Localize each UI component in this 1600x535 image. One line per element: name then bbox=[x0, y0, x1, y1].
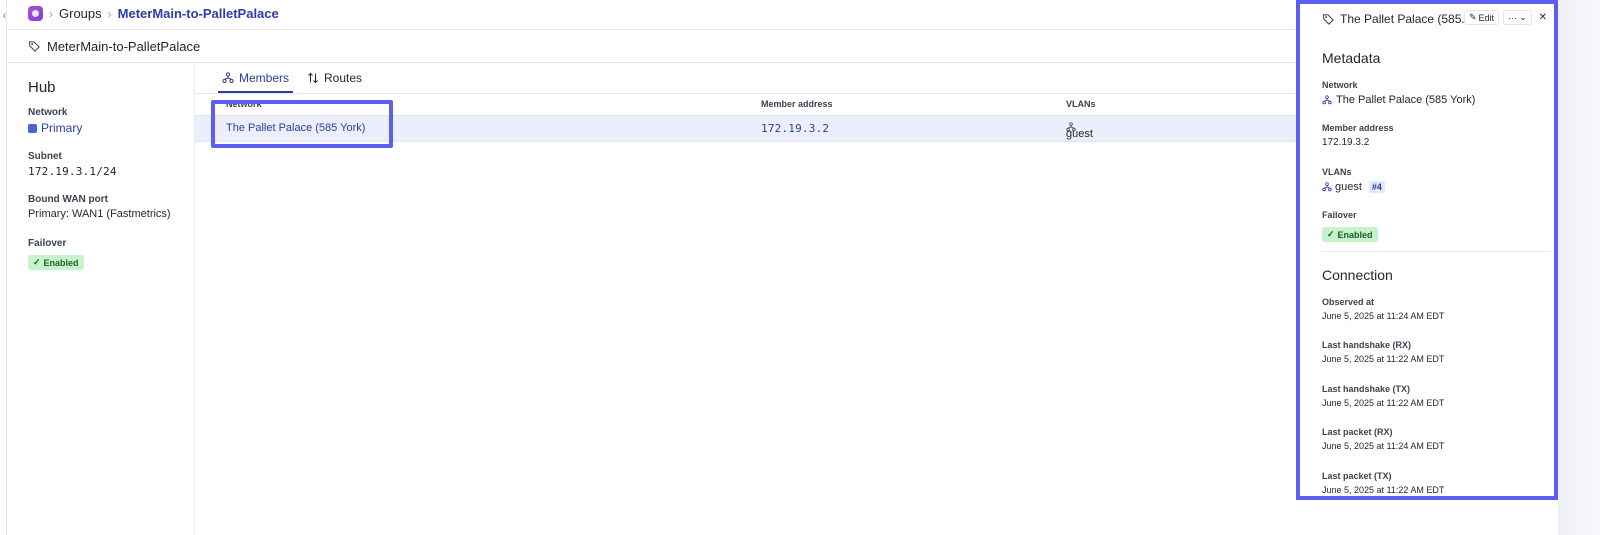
hub-subnet-field: Subnet 172.19.3.1/24 bbox=[28, 151, 117, 178]
hub-network-value[interactable]: Primary bbox=[41, 121, 82, 135]
handshake-tx-label: Last handshake (TX) bbox=[1322, 384, 1411, 394]
drawer-vlans-field: VLANs guest #4 bbox=[1322, 167, 1385, 193]
vlan-number-badge: #4 bbox=[1368, 181, 1385, 193]
check-icon: ✓ bbox=[33, 257, 41, 267]
tabs-divider bbox=[195, 93, 1298, 94]
breadcrumb-groups[interactable]: Groups bbox=[59, 6, 102, 21]
close-icon[interactable]: ✕ bbox=[1536, 11, 1550, 24]
tab-routes[interactable]: Routes bbox=[303, 63, 366, 93]
more-actions-button[interactable]: ··· ⌄ bbox=[1503, 10, 1532, 25]
drawer-title: The Pallet Palace (585... bbox=[1340, 12, 1472, 26]
handshake-rx-label: Last handshake (RX) bbox=[1322, 340, 1412, 350]
tab-routes-label[interactable]: Routes bbox=[324, 71, 362, 85]
hub-network-label: Network bbox=[28, 107, 68, 118]
tab-members-label[interactable]: Members bbox=[239, 71, 289, 85]
row-vlan: guest bbox=[1066, 122, 1093, 140]
app-logo-icon[interactable] bbox=[28, 6, 43, 21]
drawer-actions: ✎ Edit ··· ⌄ ✕ bbox=[1464, 10, 1550, 25]
tab-bar: Members Routes bbox=[218, 63, 366, 93]
selection-highlight bbox=[211, 100, 393, 148]
metadata-heading: Metadata bbox=[1322, 50, 1381, 66]
hub-network-field: Network Primary bbox=[28, 107, 82, 135]
edit-button-label[interactable]: Edit bbox=[1479, 13, 1495, 23]
drawer-failover-field: Failover ✓ Enabled bbox=[1322, 210, 1378, 242]
drawer-header: The Pallet Palace (585... bbox=[1322, 12, 1471, 26]
column-vlans[interactable]: VLANs bbox=[1066, 99, 1096, 109]
hub-wan-field: Bound WAN port Primary: WAN1 (Fastmetric… bbox=[28, 194, 171, 220]
column-member-address[interactable]: Member address bbox=[761, 99, 833, 109]
drawer-network-link[interactable]: The Pallet Palace (585 York) bbox=[1322, 94, 1475, 106]
drawer-network-label: Network bbox=[1322, 80, 1358, 90]
drawer-vlans-label: VLANs bbox=[1322, 167, 1352, 177]
packet-tx-label: Last packet (TX) bbox=[1322, 471, 1392, 481]
drawer-backdrop bbox=[1558, 0, 1600, 535]
handshake-tx-field: Last handshake (TX) June 5, 2025 at 11:2… bbox=[1322, 384, 1444, 408]
routes-icon bbox=[308, 72, 318, 84]
packet-rx-label: Last packet (RX) bbox=[1322, 427, 1393, 437]
status-badge: ✓ Enabled bbox=[28, 255, 84, 270]
pencil-icon: ✎ bbox=[1469, 12, 1477, 22]
edit-button[interactable]: ✎ Edit bbox=[1464, 10, 1500, 25]
hub-heading: Hub bbox=[28, 79, 56, 96]
chevron-down-icon: ⌄ bbox=[1519, 12, 1527, 22]
hub-subnet-label: Subnet bbox=[28, 151, 62, 162]
observed-field: Observed at June 5, 2025 at 11:24 AM EDT bbox=[1322, 297, 1444, 321]
section-divider bbox=[1322, 251, 1550, 252]
detail-drawer: The Pallet Palace (585... ✎ Edit ··· ⌄ ✕… bbox=[1296, 0, 1558, 500]
tag-icon bbox=[1322, 13, 1334, 25]
drawer-failover-value: Enabled bbox=[1337, 229, 1373, 240]
tag-icon bbox=[28, 41, 40, 52]
drawer-address-field: Member address 172.19.3.2 bbox=[1322, 123, 1394, 148]
handshake-rx-value: June 5, 2025 at 11:22 AM EDT bbox=[1322, 354, 1445, 364]
drawer-network-field: Network The Pallet Palace (585 York) bbox=[1322, 80, 1475, 106]
breadcrumb-current[interactable]: MeterMain-to-PalletPalace bbox=[118, 6, 279, 21]
hub-subnet-value: 172.19.3.1/24 bbox=[28, 165, 117, 178]
breadcrumb: › Groups › MeterMain-to-PalletPalace bbox=[28, 6, 279, 21]
status-badge: ✓ Enabled bbox=[1322, 227, 1378, 242]
handshake-rx-field: Last handshake (RX) June 5, 2025 at 11:2… bbox=[1322, 340, 1444, 364]
packet-rx-value: June 5, 2025 at 11:24 AM EDT bbox=[1322, 441, 1445, 451]
hub-panel: Hub Network Primary Subnet 172.19.3.1/24… bbox=[6, 63, 195, 535]
handshake-tx-value: June 5, 2025 at 11:22 AM EDT bbox=[1322, 398, 1445, 408]
drawer-failover-label: Failover bbox=[1322, 210, 1357, 220]
hub-failover-label: Failover bbox=[28, 238, 67, 249]
hub-wan-label: Bound WAN port bbox=[28, 194, 108, 205]
drawer-vlan-name[interactable]: guest bbox=[1335, 181, 1362, 193]
drawer-network-value[interactable]: The Pallet Palace (585 York) bbox=[1336, 94, 1475, 106]
chevron-right-icon: › bbox=[107, 6, 112, 21]
tab-members[interactable]: Members bbox=[218, 63, 294, 93]
network-icon bbox=[222, 72, 234, 84]
row-vlan-name: guest bbox=[1066, 128, 1093, 140]
observed-value: June 5, 2025 at 11:24 AM EDT bbox=[1322, 311, 1445, 321]
chevron-right-icon: › bbox=[49, 6, 53, 21]
vlan-icon bbox=[1322, 182, 1332, 192]
connection-heading: Connection bbox=[1322, 267, 1393, 283]
drawer-address-label: Member address bbox=[1322, 123, 1394, 133]
more-icon: ··· bbox=[1508, 12, 1518, 23]
hub-wan-value: Primary: WAN1 (Fastmetrics) bbox=[28, 208, 171, 220]
network-icon bbox=[28, 124, 37, 133]
packet-rx-field: Last packet (RX) June 5, 2025 at 11:24 A… bbox=[1322, 427, 1444, 451]
hub-failover-field: Failover ✓ Enabled bbox=[28, 238, 84, 270]
hub-failover-value: Enabled bbox=[43, 257, 79, 268]
hub-network-link[interactable]: Primary bbox=[28, 121, 82, 135]
network-icon bbox=[1322, 95, 1332, 105]
page-title-text: MeterMain-to-PalletPalace bbox=[47, 39, 201, 54]
packet-tx-value: June 5, 2025 at 11:22 AM EDT bbox=[1322, 485, 1445, 495]
check-icon: ✓ bbox=[1327, 229, 1335, 239]
drawer-vlan-link[interactable]: guest #4 bbox=[1322, 181, 1385, 193]
packet-tx-field: Last packet (TX) June 5, 2025 at 11:22 A… bbox=[1322, 471, 1444, 495]
page-title: MeterMain-to-PalletPalace bbox=[28, 39, 200, 54]
drawer-address-value: 172.19.3.2 bbox=[1322, 137, 1370, 148]
observed-label: Observed at bbox=[1322, 297, 1375, 307]
row-member-address: 172.19.3.2 bbox=[761, 122, 830, 135]
